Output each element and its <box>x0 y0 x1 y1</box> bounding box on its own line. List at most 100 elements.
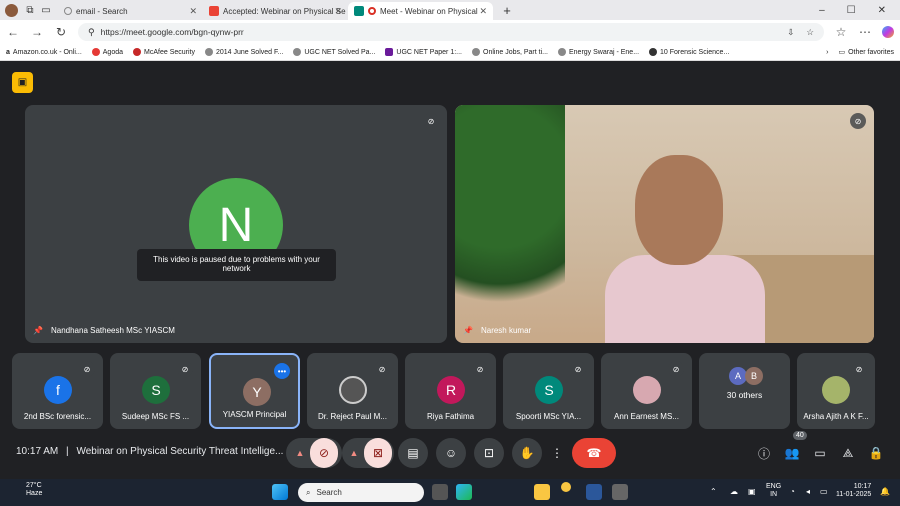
maximize-button[interactable]: ☐ <box>847 5 856 16</box>
teams-icon[interactable]: ▣ <box>748 487 756 496</box>
edge-icon[interactable] <box>456 484 472 500</box>
bookmark-energy-swaraj[interactable]: Energy Swaraj - Ene... <box>558 48 639 56</box>
more-menu-icon[interactable]: ⋯ <box>858 25 872 39</box>
close-icon[interactable]: ✕ <box>479 6 487 17</box>
camera-off-button[interactable]: ⊠ <box>364 438 392 468</box>
close-window-button[interactable]: ✕ <box>878 5 886 16</box>
pin-icon[interactable]: 📌 <box>463 326 473 335</box>
battery-icon[interactable]: ▭ <box>820 487 828 496</box>
taskbar-search[interactable]: ⌕ Search <box>298 483 424 502</box>
minimize-button[interactable]: – <box>819 5 825 16</box>
info-icon[interactable]: ⓘ <box>753 442 775 464</box>
url-field[interactable]: ⚲ https://meet.google.com/bgn-qynw-prr ⇩… <box>78 23 824 41</box>
bookmark-ugc-net-solved[interactable]: UGC NET Solved Pa... <box>293 48 375 56</box>
close-icon[interactable]: ✕ <box>334 6 342 17</box>
close-icon[interactable]: ✕ <box>189 6 197 17</box>
notifications-bell-icon[interactable]: 🔔 <box>880 487 890 496</box>
participant-name: Ann Earnest MS... <box>614 412 679 421</box>
bookmark-amazon[interactable]: a Amazon.co.uk - Onli... <box>6 49 82 56</box>
participant-tile-speaking[interactable]: ••• Y YIASCM Principal <box>209 353 300 429</box>
download-icon[interactable]: ⇩ <box>787 27 794 38</box>
bookmark-site-icon <box>385 48 394 56</box>
participant-name: Arsha Ajith A K F... <box>803 412 869 421</box>
more-options-button[interactable]: ⋮ <box>548 438 566 468</box>
tab-meet[interactable]: Meet - Webinar on Physical ✕ <box>348 2 493 20</box>
bookmark-2014-june[interactable]: 2014 June Solved F... <box>204 48 283 56</box>
bookmark-forensic-science[interactable]: 10 Forensic Science... <box>649 48 729 56</box>
other-favorites[interactable]: ▭ Other favorites <box>838 48 894 57</box>
participant-name: YIASCM Principal <box>222 410 287 419</box>
app-icon[interactable] <box>612 484 628 500</box>
system-clock[interactable]: 10:17 11-01-2025 <box>836 483 871 500</box>
avatar-photo <box>339 376 367 404</box>
avatar-photo <box>822 376 850 404</box>
avatar: f <box>44 376 72 404</box>
profile-avatar[interactable] <box>0 1 22 19</box>
participant-tile[interactable]: ⊘ Dr. Reject Paul M... <box>307 353 398 429</box>
others-tile[interactable]: A B 30 others <box>699 353 790 429</box>
participant-tile[interactable]: ⊘ S Spoorti MSc YIA... <box>503 353 594 429</box>
emoji-button[interactable]: ☺ <box>436 438 466 468</box>
favorite-star-icon[interactable]: ☆ <box>806 27 814 38</box>
tab-actions-icon[interactable]: ▭ <box>38 2 54 18</box>
mic-off-icon: ⊘ <box>570 361 586 377</box>
chat-icon[interactable]: ▭ <box>809 442 831 464</box>
bookmark-online-jobs[interactable]: Online Jobs, Part ti... <box>472 48 548 56</box>
meeting-info: 10:17 AM | Webinar on Physical Security … <box>16 446 283 457</box>
address-bar: ← → ↻ ⚲ https://meet.google.com/bgn-qynw… <box>0 20 900 44</box>
participant-tile-main-left[interactable]: ⊘ N This video is paused due to problems… <box>25 105 447 343</box>
participant-tile[interactable]: ⊘ R Riya Fathima <box>405 353 496 429</box>
bookmark-ugc-net-paper[interactable]: UGC NET Paper 1:... <box>385 48 462 56</box>
new-tab-button[interactable]: + <box>499 2 515 18</box>
back-icon[interactable]: ← <box>6 25 20 39</box>
leave-call-button[interactable]: ☎ <box>572 438 616 468</box>
raise-hand-button[interactable]: ✋ <box>512 438 542 468</box>
participant-name: Dr. Reject Paul M... <box>318 412 387 421</box>
copilot-icon[interactable] <box>882 26 894 38</box>
wifi-icon[interactable]: ◔ <box>790 487 795 496</box>
bookmark-mcafee[interactable]: McAfee Security <box>133 48 195 56</box>
avatar: R <box>437 376 465 404</box>
mic-off-icon: ⊘ <box>851 361 867 377</box>
workspaces-icon[interactable]: ⧉ <box>22 2 38 18</box>
site-info-icon[interactable]: ⚲ <box>88 27 95 38</box>
tab-accepted-webinar[interactable]: Accepted: Webinar on Physical Se ✕ <box>203 2 348 20</box>
search-icon: ⌕ <box>306 487 311 497</box>
participant-tile-main-right[interactable]: ⊘ 📌 Naresh kumar <box>455 105 874 343</box>
globe-icon <box>204 48 213 56</box>
pin-icon[interactable]: 📌 <box>33 326 43 335</box>
weather-widget[interactable]: 27°C Haze <box>12 482 42 499</box>
camera-options-chevron-icon[interactable]: ▲ <box>344 448 364 458</box>
meeting-status-icon[interactable]: ▣ <box>12 72 33 93</box>
file-explorer-icon[interactable] <box>534 484 550 500</box>
activities-icon[interactable]: ⟁ <box>837 442 859 464</box>
forward-icon[interactable]: → <box>30 25 44 39</box>
cloud-icon[interactable]: ☁ <box>730 487 738 496</box>
task-view-icon[interactable] <box>432 484 448 500</box>
language-indicator[interactable]: ENG IN <box>766 483 781 500</box>
show-hidden-icons-chevron[interactable]: ⌃ <box>710 487 717 496</box>
bookmark-agoda[interactable]: Agoda <box>91 48 123 56</box>
captions-button[interactable]: ▤ <box>398 438 428 468</box>
host-controls-icon[interactable]: 🔒 <box>865 442 887 464</box>
bookmarks-overflow-icon[interactable]: › <box>826 49 828 56</box>
tab-email-search[interactable]: email - Search ✕ <box>58 2 203 20</box>
windows-start-icon[interactable] <box>272 484 288 500</box>
participant-name: Riya Fathima <box>426 412 475 421</box>
volume-icon[interactable]: ◂ <box>806 487 810 496</box>
plant-background <box>455 105 565 343</box>
mic-off-button[interactable]: ⊘ <box>310 438 338 468</box>
reload-icon[interactable]: ↻ <box>54 25 68 39</box>
person-head <box>635 155 723 265</box>
participant-tile[interactable]: ⊘ f 2nd BSc forensic... <box>12 353 103 429</box>
favorites-icon[interactable]: ☆ <box>834 25 848 39</box>
participant-tile[interactable]: ⊘ Arsha Ajith A K F... <box>797 353 875 429</box>
present-button[interactable]: ⊡ <box>474 438 504 468</box>
participant-tile[interactable]: ⊘ Ann Earnest MS... <box>601 353 692 429</box>
mic-options-chevron-icon[interactable]: ▲ <box>290 448 310 458</box>
amazon-icon: a <box>6 48 10 56</box>
word-icon[interactable] <box>586 484 602 500</box>
bookmarks-bar: a Amazon.co.uk - Onli... Agoda McAfee Sec… <box>0 44 900 61</box>
participant-tile[interactable]: ⊘ S Sudeep MSc FS ... <box>110 353 201 429</box>
people-icon[interactable]: 👥 <box>781 442 803 464</box>
